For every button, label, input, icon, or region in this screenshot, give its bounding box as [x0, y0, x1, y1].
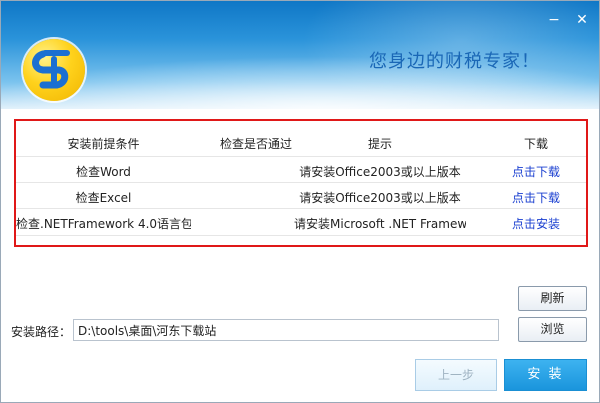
- table-row: 检查Word 请安装Office2003或以上版本 点击下载: [16, 156, 586, 183]
- condition-cell: 检查Excel: [75, 191, 132, 205]
- close-icon[interactable]: ✕: [575, 13, 589, 27]
- table-row: 检查.NETFramework 4.0语言包 请安装Microsoft .NET…: [16, 208, 586, 236]
- window-controls: − ✕: [547, 13, 589, 27]
- install-path-label: 安装路径：: [11, 325, 72, 339]
- install-button[interactable]: 安 装: [504, 359, 587, 391]
- refresh-button[interactable]: 刷新: [518, 286, 587, 311]
- column-header-condition: 安装前提条件: [67, 137, 140, 151]
- tip-cell: 请安装Microsoft .NET Framewo: [294, 217, 466, 231]
- tip-cell: 请安装Office2003或以上版本: [299, 165, 461, 179]
- installer-window: − ✕ 您身边的财税专家！ 安装前提条件 检查是否通过 提示 下载 检查Word…: [0, 0, 600, 403]
- minimize-icon[interactable]: −: [547, 13, 561, 27]
- download-link[interactable]: 点击下载: [486, 189, 586, 206]
- table-row: 检查Excel 请安装Office2003或以上版本 点击下载: [16, 182, 586, 209]
- condition-cell: 检查.NETFramework 4.0语言包: [16, 217, 191, 231]
- download-link[interactable]: 点击下载: [486, 163, 586, 180]
- previous-button[interactable]: 上一步: [415, 359, 497, 391]
- requirements-panel: 安装前提条件 检查是否通过 提示 下载 检查Word 请安装Office2003…: [14, 119, 588, 247]
- column-header-tip: 提示: [367, 137, 392, 151]
- tip-cell: 请安装Office2003或以上版本: [299, 191, 461, 205]
- condition-cell: 检查Word: [76, 165, 131, 179]
- install-path-input[interactable]: [73, 319, 499, 341]
- column-header-download: 下载: [523, 137, 548, 151]
- table-header-row: 安装前提条件 检查是否通过 提示 下载: [16, 129, 586, 155]
- company-logo-icon: [23, 39, 85, 101]
- install-link[interactable]: 点击安装: [486, 215, 586, 232]
- browse-button[interactable]: 浏览: [518, 317, 587, 342]
- slogan-text: 您身边的财税专家！: [369, 51, 540, 72]
